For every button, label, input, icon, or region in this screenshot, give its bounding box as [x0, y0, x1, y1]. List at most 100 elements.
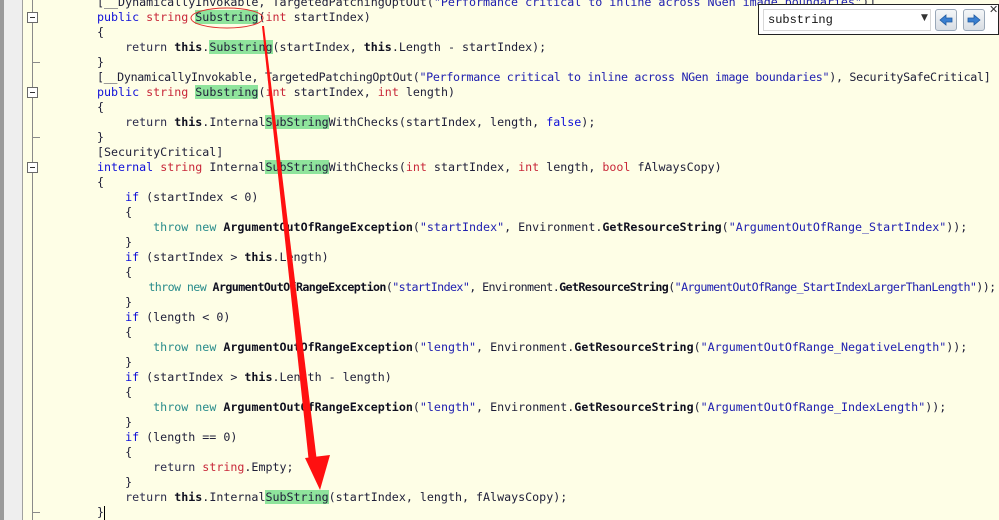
fold-end-marker — [32, 62, 40, 63]
code-token: string — [146, 10, 189, 24]
search-match-highlight: SubString — [265, 160, 329, 174]
search-match-highlight: Substring — [195, 10, 259, 24]
editor-gutter — [4, 0, 23, 520]
code-token: (length < 0) — [139, 310, 231, 324]
code-token: throw — [153, 220, 189, 234]
code-token: if — [125, 430, 140, 444]
code-line[interactable]: throw new ArgumentOutOfRangeException("l… — [97, 340, 997, 355]
code-line[interactable]: if (startIndex < 0) — [97, 190, 997, 205]
code-token: "ArgumentOutOfRange_IndexLength" — [700, 400, 926, 414]
code-token: WithChecks(startIndex, length, — [328, 115, 547, 129]
code-token: "startIndex" — [392, 280, 470, 294]
code-token: { — [97, 25, 105, 39]
code-token: startIndex) — [286, 10, 371, 24]
code-line[interactable]: internal string InternalSubStringWithChe… — [97, 160, 997, 175]
code-line[interactable]: } — [97, 505, 997, 520]
code-token: this — [174, 40, 203, 54]
code-token: this — [244, 250, 273, 264]
code-line[interactable]: [__DynamicallyInvokable, TargetedPatchin… — [97, 70, 997, 85]
code-token: { — [97, 100, 105, 114]
code-token: } — [97, 130, 105, 144]
code-token: } — [97, 415, 133, 429]
code-token: new — [195, 400, 217, 414]
close-icon[interactable]: ✕ — [989, 3, 998, 16]
collapse-toggle-icon[interactable] — [27, 12, 38, 23]
code-line[interactable]: if (length < 0) — [97, 310, 997, 325]
code-token: )); — [925, 400, 947, 414]
code-line[interactable]: } — [97, 355, 997, 370]
code-line[interactable]: } — [97, 295, 997, 310]
code-token: .Internal — [202, 115, 266, 129]
code-token: [__DynamicallyInvokable, TargetedPatchin… — [97, 0, 434, 9]
code-editor[interactable]: [__DynamicallyInvokable, TargetedPatchin… — [97, 0, 997, 520]
code-line[interactable]: } — [97, 415, 997, 430]
search-input[interactable] — [763, 9, 931, 31]
code-token: this — [174, 490, 203, 504]
code-token: length) — [398, 85, 455, 99]
code-line[interactable]: { — [97, 205, 997, 220]
code-line[interactable]: public string Substring(int startIndex, … — [97, 85, 997, 100]
code-token: , Environment. — [476, 340, 575, 354]
code-token: ( — [721, 220, 729, 234]
code-line[interactable]: { — [97, 445, 997, 460]
code-token: (startIndex, — [272, 40, 364, 54]
code-line[interactable]: } — [97, 475, 997, 490]
code-token: (startIndex, length, fAlwaysCopy); — [328, 490, 568, 504]
search-match-highlight: Substring — [209, 40, 273, 54]
code-line[interactable]: { — [97, 265, 997, 280]
code-token: } — [97, 235, 133, 249]
code-token: "length" — [419, 340, 477, 354]
code-token: "Performance critical to inline across N… — [419, 70, 830, 84]
code-line[interactable]: } — [97, 130, 997, 145]
code-line[interactable]: { — [97, 175, 997, 190]
code-line[interactable]: if (startIndex > this.Length) — [97, 250, 997, 265]
code-token: new — [186, 280, 207, 294]
code-token: )); — [976, 280, 996, 294]
code-token: bool — [602, 160, 631, 174]
code-token: "ArgumentOutOfRange_StartIndex" — [728, 220, 947, 234]
chevron-down-icon[interactable]: ▼ — [921, 13, 928, 23]
code-line[interactable]: { — [97, 385, 997, 400]
code-line[interactable]: return this.Substring(startIndex, this.L… — [97, 40, 997, 55]
code-line[interactable]: return this.InternalSubStringWithChecks(… — [97, 115, 997, 130]
code-token: (length == 0) — [139, 430, 238, 444]
code-token: ( — [412, 400, 420, 414]
code-token: throw — [148, 280, 181, 294]
code-line[interactable]: throw new ArgumentOutOfRangeException("l… — [97, 400, 997, 415]
code-line[interactable]: { — [97, 325, 997, 340]
find-previous-button[interactable] — [935, 9, 957, 31]
code-line[interactable]: return this.InternalSubString(startIndex… — [97, 490, 997, 505]
arrow-left-icon — [939, 14, 953, 26]
code-token: "length" — [419, 400, 477, 414]
code-token: )); — [946, 220, 968, 234]
code-line[interactable]: } — [97, 55, 997, 70]
code-token: int — [518, 160, 540, 174]
code-line[interactable]: return string.Empty; — [97, 460, 997, 475]
code-line[interactable]: throw new ArgumentOutOfRangeException("s… — [97, 220, 997, 235]
code-line[interactable]: { — [97, 100, 997, 115]
collapse-toggle-icon[interactable] — [27, 162, 38, 173]
code-token: ( — [693, 340, 701, 354]
code-token: new — [195, 340, 217, 354]
code-line[interactable]: if (length == 0) — [97, 430, 997, 445]
fold-end-marker — [32, 512, 40, 513]
code-token: string — [202, 460, 245, 474]
code-line[interactable]: [SecurityCritical] — [97, 145, 997, 160]
code-line[interactable]: } — [97, 235, 997, 250]
code-token: { — [97, 265, 133, 279]
code-line[interactable]: if (startIndex > this.Length - length) — [97, 370, 997, 385]
find-next-button[interactable] — [963, 9, 985, 31]
code-token: string — [146, 85, 189, 99]
code-token: "startIndex" — [419, 220, 505, 234]
code-token: , Environment. — [504, 220, 603, 234]
code-token: public — [97, 10, 140, 24]
code-line[interactable]: throw new ArgumentOutOfRangeException("s… — [97, 280, 997, 295]
collapse-toggle-icon[interactable] — [27, 87, 38, 98]
code-token: } — [97, 295, 133, 309]
